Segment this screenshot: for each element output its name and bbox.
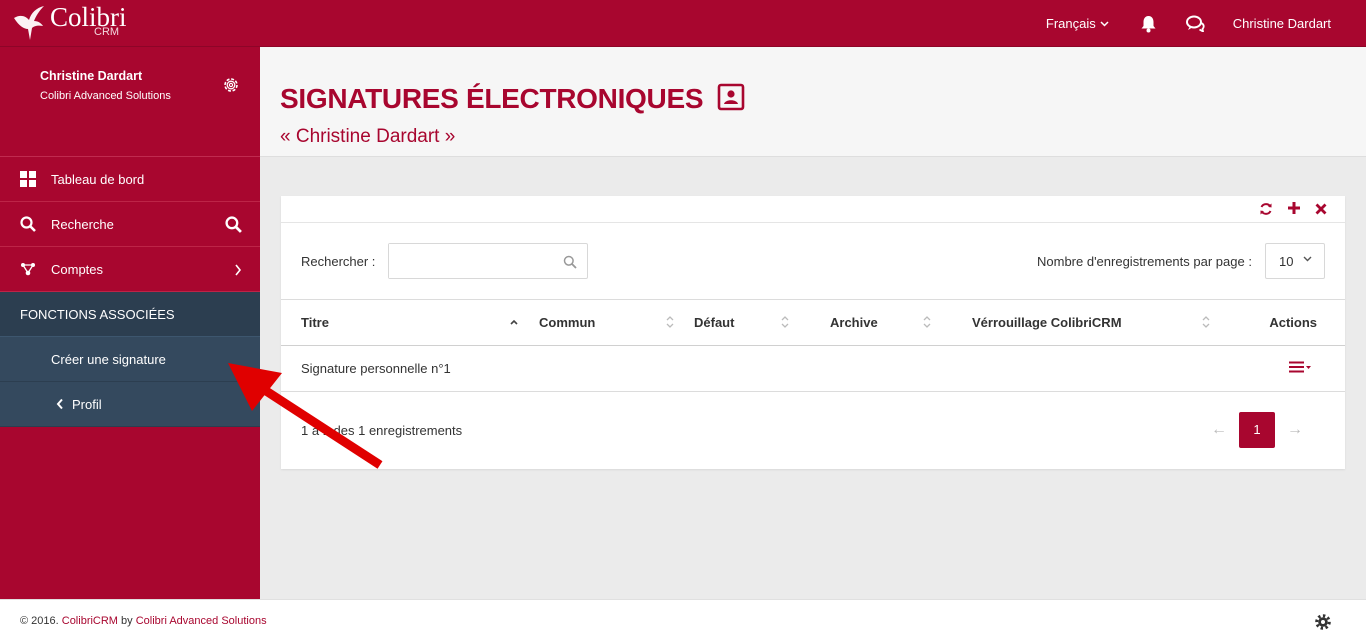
accounts-icon: [20, 261, 36, 277]
profile-company: Colibri Advanced Solutions: [40, 90, 171, 102]
records-per-page-value: 10: [1279, 253, 1294, 269]
column-header-titre[interactable]: Titre: [281, 300, 539, 346]
sidebar-item-label: Recherche: [51, 216, 114, 232]
refresh-icon[interactable]: [1259, 202, 1273, 216]
signatures-panel: Rechercher : Nombre d'enregistrements pa…: [281, 196, 1345, 469]
signatures-table: Titre Commun Défaut Archive Vérrouillage…: [281, 300, 1345, 392]
search-label: Rechercher :: [301, 254, 376, 269]
dashboard-icon: [20, 171, 36, 187]
chat-icon[interactable]: [1186, 14, 1206, 34]
copyright: © 2016. ColibriCRM by Colibri Advanced S…: [20, 615, 267, 627]
next-page-button[interactable]: →: [1277, 421, 1313, 439]
column-header-archive[interactable]: Archive: [830, 300, 972, 346]
cell-defaut: [694, 345, 830, 392]
column-label: Archive: [830, 314, 878, 330]
contact-card-icon: [717, 83, 745, 111]
cell-commun: [539, 345, 694, 392]
column-label: Commun: [539, 314, 596, 330]
sidebar-item-accounts[interactable]: Comptes: [0, 247, 260, 292]
column-label: Titre: [301, 314, 329, 330]
page-header: SIGNATURES ÉLECTRONIQUES « Christine Dar…: [260, 47, 1366, 157]
previous-page-button[interactable]: ←: [1201, 421, 1237, 439]
annotation-arrow: [228, 363, 383, 469]
pagination: ← 1 →: [1201, 411, 1313, 448]
bell-icon[interactable]: [1139, 14, 1159, 34]
search-input[interactable]: [389, 244, 549, 278]
search-icon: [563, 255, 577, 269]
column-header-defaut[interactable]: Défaut: [694, 300, 830, 346]
sidebar-item-search[interactable]: Recherche: [0, 202, 260, 247]
column-header-verrouillage[interactable]: Vérrouillage ColibriCRM: [972, 300, 1239, 346]
search-field[interactable]: [388, 243, 588, 279]
page-title: SIGNATURES ÉLECTRONIQUES: [280, 83, 704, 114]
sidebar-item-label: Profil: [72, 396, 102, 412]
chevron-right-icon: [235, 264, 242, 276]
sort-both-icon: [666, 316, 674, 328]
table-header-row: Titre Commun Défaut Archive Vérrouillage…: [281, 300, 1345, 346]
search-icon: [20, 216, 36, 232]
panel-toolbar: [281, 196, 1345, 223]
logo-subtext: CRM: [94, 26, 120, 38]
profile-name: Christine Dardart: [40, 69, 143, 83]
table-footer: 1 à 1 des 1 enregistrements ← 1 →: [281, 392, 1345, 468]
hummingbird-logo-icon: [14, 6, 44, 40]
section-title: FONCTIONS ASSOCIÉES: [0, 292, 260, 337]
top-navbar: Colibri CRM Français Christine Dardart: [0, 0, 1366, 47]
sidebar-item-dashboard[interactable]: Tableau de bord: [0, 157, 260, 202]
brand-link[interactable]: ColibriCRM: [62, 615, 118, 627]
sidebar-item-label: Créer une signature: [51, 351, 166, 367]
chevron-left-icon: [56, 398, 63, 410]
settings-gear-icon[interactable]: [222, 76, 240, 94]
chevron-down-icon: [1303, 256, 1312, 262]
column-label: Défaut: [694, 314, 735, 330]
chevron-down-icon: [1100, 20, 1109, 27]
sidebar-profile: Christine Dardart Colibri Advanced Solut…: [0, 47, 260, 157]
cell-verrouillage: [972, 345, 1239, 392]
column-header-actions: Actions: [1239, 300, 1345, 346]
language-selector[interactable]: Français: [1046, 16, 1109, 31]
records-per-page-select[interactable]: 10: [1265, 243, 1325, 279]
sort-ascending-icon: [510, 319, 518, 325]
add-icon[interactable]: [1287, 201, 1301, 215]
column-label: Vérrouillage ColibriCRM: [972, 314, 1122, 330]
cell-actions: [1239, 345, 1345, 392]
row-actions-menu-icon[interactable]: [1289, 361, 1311, 373]
search-icon[interactable]: [225, 216, 242, 233]
sort-both-icon: [781, 316, 789, 328]
page-button-1[interactable]: 1: [1239, 411, 1275, 448]
column-label: Actions: [1269, 314, 1317, 330]
page-footer: © 2016. ColibriCRM by Colibri Advanced S…: [0, 599, 1366, 644]
page-subtitle: « Christine Dardart »: [280, 126, 456, 147]
column-header-commun[interactable]: Commun: [539, 300, 694, 346]
company-link[interactable]: Colibri Advanced Solutions: [136, 615, 267, 627]
settings-gear-icon[interactable]: [1314, 613, 1332, 631]
records-per-page-label: Nombre d'enregistrements par page :: [1037, 254, 1252, 269]
sort-both-icon: [1202, 316, 1210, 328]
close-icon[interactable]: [1314, 202, 1328, 216]
current-user-menu[interactable]: Christine Dardart: [1233, 16, 1331, 31]
table-row[interactable]: Signature personnelle n°1: [281, 345, 1345, 392]
language-label: Français: [1045, 16, 1096, 31]
sidebar-item-label: Tableau de bord: [51, 171, 145, 187]
sidebar: Christine Dardart Colibri Advanced Solut…: [0, 47, 260, 599]
table-controls: Rechercher : Nombre d'enregistrements pa…: [281, 223, 1345, 300]
sidebar-item-label: Comptes: [51, 261, 104, 277]
copyright-prefix: © 2016.: [20, 615, 62, 627]
copyright-by: by: [117, 615, 136, 627]
cell-archive: [830, 345, 972, 392]
sort-both-icon: [923, 316, 931, 328]
